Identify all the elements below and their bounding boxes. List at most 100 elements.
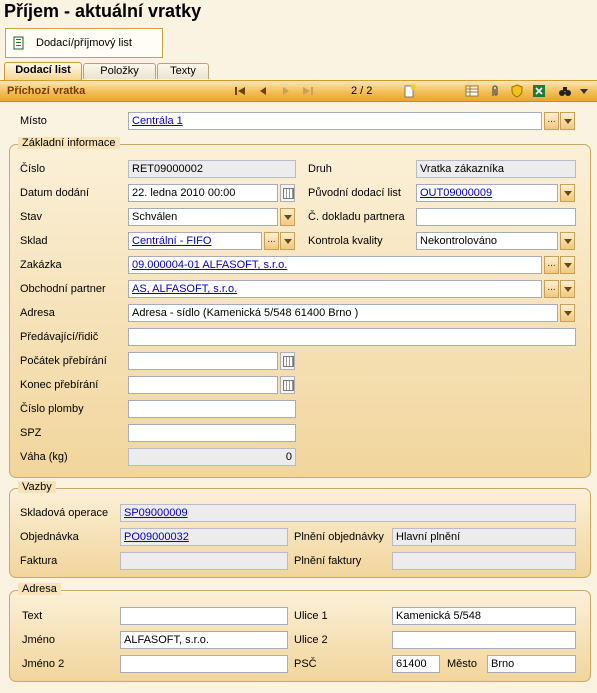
- misto-field[interactable]: Centrála 1: [128, 112, 542, 130]
- psc-label: PSČ: [294, 658, 317, 670]
- objednavka-field: PO09000032: [120, 528, 288, 546]
- misto-browse-button[interactable]: ...: [544, 112, 559, 130]
- vaha-label: Váha (kg): [20, 451, 68, 463]
- doklad-partnera-field[interactable]: [416, 208, 576, 226]
- kontrola-dropdown-button[interactable]: [560, 232, 575, 250]
- text-label: Text: [22, 610, 43, 622]
- pocatek-field[interactable]: [128, 352, 278, 370]
- partner-field[interactable]: AS, ALFASOFT, s.r.o.: [128, 280, 542, 298]
- ridic-field[interactable]: [128, 328, 576, 346]
- next-record-icon[interactable]: [279, 84, 293, 98]
- spz-label: SPZ: [20, 427, 42, 439]
- plneni-fakt-field: [392, 552, 576, 570]
- stav-dropdown-button[interactable]: [280, 208, 295, 226]
- skladova-field: SP09000009: [120, 504, 576, 522]
- zakazka-browse-button[interactable]: ...: [544, 256, 559, 274]
- delivery-note-button[interactable]: Dodací/příjmový list: [5, 28, 163, 58]
- stav-label: Stav: [20, 211, 43, 223]
- zakazka-link[interactable]: 09.000004-01 ALFASOFT, s.r.o.: [132, 259, 287, 271]
- last-record-icon[interactable]: [301, 84, 315, 98]
- jmeno2-field[interactable]: [120, 655, 288, 673]
- binoculars-icon[interactable]: [558, 84, 572, 98]
- vaha-field[interactable]: 0: [128, 448, 296, 466]
- spz-field[interactable]: [128, 424, 296, 442]
- datum-calendar-icon[interactable]: [280, 184, 295, 202]
- objednavka-label: Objednávka: [20, 531, 79, 543]
- adresa-title: Adresa: [18, 583, 61, 595]
- puvodni-dropdown-button[interactable]: [560, 184, 575, 202]
- table-icon[interactable]: [465, 84, 479, 98]
- adresa-select-label: Adresa: [20, 307, 55, 319]
- sklad-dropdown-button[interactable]: [280, 232, 295, 250]
- pocatek-label: Počátek přebírání: [20, 355, 107, 367]
- druh-label: Druh: [308, 163, 332, 175]
- document-icon: [13, 36, 24, 50]
- chevron-down-icon[interactable]: [577, 84, 591, 98]
- shield-icon[interactable]: [510, 84, 524, 98]
- ulice2-field[interactable]: [392, 631, 576, 649]
- konec-label: Konec přebírání: [20, 379, 99, 391]
- first-record-icon[interactable]: [233, 84, 247, 98]
- psc-field[interactable]: 61400: [392, 655, 440, 673]
- zakazka-field[interactable]: 09.000004-01 ALFASOFT, s.r.o.: [128, 256, 542, 274]
- faktura-label: Faktura: [20, 555, 58, 567]
- sklad-link[interactable]: Centrální - FIFO: [132, 235, 211, 247]
- misto-link[interactable]: Centrála 1: [132, 115, 183, 127]
- kontrola-field[interactable]: Nekontrolováno: [416, 232, 558, 250]
- cislo-field: RET09000002: [128, 160, 296, 178]
- partner-browse-button[interactable]: ...: [544, 280, 559, 298]
- puvodni-link[interactable]: OUT09000009: [420, 187, 492, 199]
- jmeno-field[interactable]: ALFASOFT, s.r.o.: [120, 631, 288, 649]
- previous-record-icon[interactable]: [256, 84, 270, 98]
- jmeno-label: Jméno: [22, 634, 56, 646]
- attachment-icon[interactable]: [488, 84, 502, 98]
- sklad-field[interactable]: Centrální - FIFO: [128, 232, 262, 250]
- misto-label: Místo: [20, 115, 47, 127]
- tab-texty[interactable]: Texty: [157, 63, 209, 79]
- skladova-label: Skladová operace: [20, 507, 109, 519]
- excel-icon[interactable]: [532, 84, 546, 98]
- misto-dropdown-button[interactable]: [560, 112, 575, 130]
- partner-link[interactable]: AS, ALFASOFT, s.r.o.: [132, 283, 237, 295]
- sklad-browse-button[interactable]: ...: [264, 232, 279, 250]
- vazby-title: Vazby: [18, 481, 56, 493]
- partner-dropdown-button[interactable]: [560, 280, 575, 298]
- plomba-field[interactable]: [128, 400, 296, 418]
- text-field[interactable]: [120, 607, 288, 625]
- adresa-select-field[interactable]: Adresa - sídlo (Kamenická 5/548 61400 Br…: [128, 304, 558, 322]
- skladova-link[interactable]: SP09000009: [124, 507, 188, 519]
- cislo-label: Číslo: [20, 163, 46, 175]
- datum-label: Datum dodání: [20, 187, 90, 199]
- ulice1-label: Ulice 1: [294, 610, 328, 622]
- pocatek-calendar-icon[interactable]: [280, 352, 295, 370]
- new-document-icon[interactable]: [402, 84, 416, 98]
- plomba-label: Číslo plomby: [20, 403, 84, 415]
- plneni-obj-field: Hlavní plnění: [392, 528, 576, 546]
- mesto-field[interactable]: Brno: [487, 655, 576, 673]
- datum-field[interactable]: 22. ledna 2010 00:00: [128, 184, 278, 202]
- puvodni-label: Původní dodací list: [308, 187, 401, 199]
- puvodni-field[interactable]: OUT09000009: [416, 184, 558, 202]
- druh-field: Vratka zákazníka: [416, 160, 576, 178]
- tab-dodaci-list[interactable]: Dodací list: [4, 62, 82, 80]
- record-toolbar: Příchozí vratka 2 / 2: [0, 80, 597, 102]
- stav-field[interactable]: Schválen: [128, 208, 278, 226]
- ulice1-field[interactable]: Kamenická 5/548: [392, 607, 576, 625]
- tab-strip: Dodací list Položky Texty: [0, 62, 597, 80]
- basic-info-title: Základní informace: [18, 137, 120, 149]
- tab-polozky[interactable]: Položky: [83, 63, 156, 79]
- sklad-label: Sklad: [20, 235, 48, 247]
- kontrola-label: Kontrola kvality: [308, 235, 383, 247]
- page-title: Příjem - aktuální vratky: [4, 1, 202, 21]
- faktura-field: [120, 552, 288, 570]
- objednavka-link[interactable]: PO09000032: [124, 531, 189, 543]
- konec-field[interactable]: [128, 376, 278, 394]
- adresa-dropdown-button[interactable]: [560, 304, 575, 322]
- doklad-partnera-label: Č. dokladu partnera: [308, 211, 405, 223]
- zakazka-label: Zakázka: [20, 259, 62, 271]
- zakazka-dropdown-button[interactable]: [560, 256, 575, 274]
- ulice2-label: Ulice 2: [294, 634, 328, 646]
- jmeno2-label: Jméno 2: [22, 658, 65, 670]
- ridic-label: Předávající/řidič: [20, 331, 99, 343]
- konec-calendar-icon[interactable]: [280, 376, 295, 394]
